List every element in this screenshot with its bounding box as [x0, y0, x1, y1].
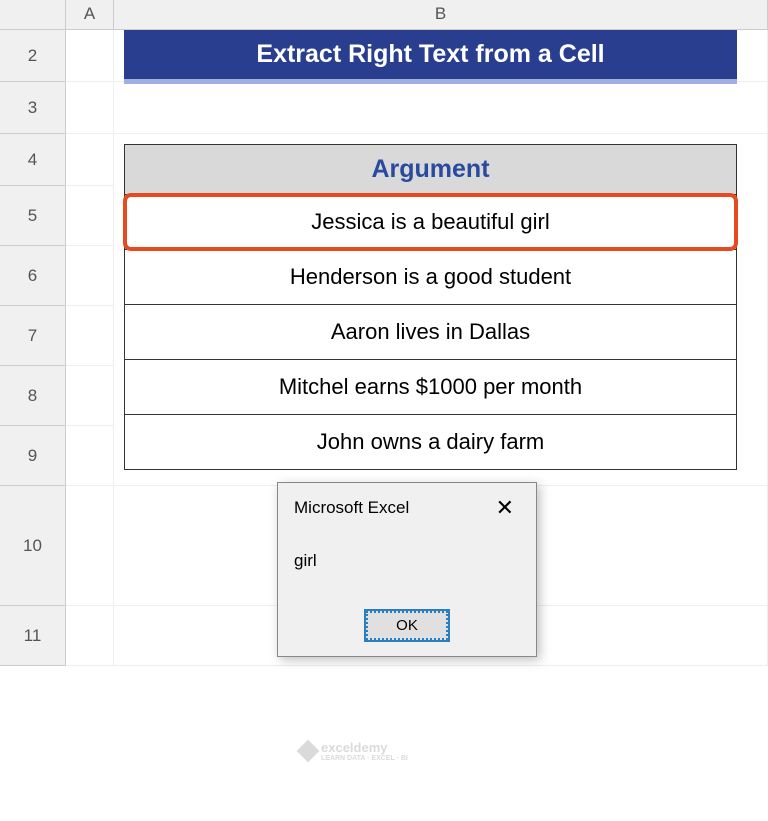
argument-table: Argument Jessica is a beautiful girl Hen…	[124, 144, 737, 470]
watermark-icon	[297, 740, 320, 763]
cell-a8[interactable]	[66, 366, 114, 426]
row-header-10[interactable]: 10	[0, 486, 66, 606]
watermark-text: exceldemy	[321, 740, 408, 755]
dialog-title: Microsoft Excel	[294, 498, 409, 518]
cell-a6[interactable]	[66, 246, 114, 306]
cell-b2[interactable]: Extract Right Text from a Cell	[114, 30, 768, 82]
title-banner: Extract Right Text from a Cell	[124, 30, 737, 84]
table-row-highlighted[interactable]: Jessica is a beautiful girl	[125, 193, 736, 250]
table-row[interactable]: John owns a dairy farm	[125, 415, 736, 469]
row-header-8[interactable]: 8	[0, 366, 66, 426]
table-header: Argument	[125, 145, 736, 195]
message-dialog: Microsoft Excel ✕ girl OK	[277, 482, 537, 657]
cell-a11[interactable]	[66, 606, 114, 666]
cell-a7[interactable]	[66, 306, 114, 366]
watermark: exceldemy LEARN DATA · EXCEL · BI	[300, 740, 408, 762]
col-header-a[interactable]: A	[66, 0, 114, 30]
row-header-9[interactable]: 9	[0, 426, 66, 486]
cell-a5[interactable]	[66, 186, 114, 246]
table-row[interactable]: Henderson is a good student	[125, 250, 736, 305]
row-header-5[interactable]: 5	[0, 186, 66, 246]
col-header-b[interactable]: B	[114, 0, 768, 30]
dialog-message: girl	[294, 551, 520, 571]
ok-button[interactable]: OK	[366, 611, 448, 640]
cell-b3[interactable]	[114, 82, 768, 134]
cell-b4[interactable]: Argument Jessica is a beautiful girl Hen…	[114, 134, 768, 486]
row-header-7[interactable]: 7	[0, 306, 66, 366]
close-icon[interactable]: ✕	[490, 495, 520, 521]
dialog-header: Microsoft Excel ✕	[294, 495, 520, 521]
cell-a2[interactable]	[66, 30, 114, 82]
cell-a3[interactable]	[66, 82, 114, 134]
table-row[interactable]: Mitchel earns $1000 per month	[125, 360, 736, 415]
row-header-2[interactable]: 2	[0, 30, 66, 82]
cell-a4[interactable]	[66, 134, 114, 186]
table-row[interactable]: Aaron lives in Dallas	[125, 305, 736, 360]
row-header-3[interactable]: 3	[0, 82, 66, 134]
cell-a10[interactable]	[66, 486, 114, 606]
cell-a9[interactable]	[66, 426, 114, 486]
row-header-4[interactable]: 4	[0, 134, 66, 186]
table-row-1-text: Jessica is a beautiful girl	[123, 193, 738, 251]
select-all-corner[interactable]	[0, 0, 66, 30]
watermark-tagline: LEARN DATA · EXCEL · BI	[321, 755, 408, 762]
row-header-6[interactable]: 6	[0, 246, 66, 306]
row-header-11[interactable]: 11	[0, 606, 66, 666]
dialog-footer: OK	[294, 611, 520, 640]
